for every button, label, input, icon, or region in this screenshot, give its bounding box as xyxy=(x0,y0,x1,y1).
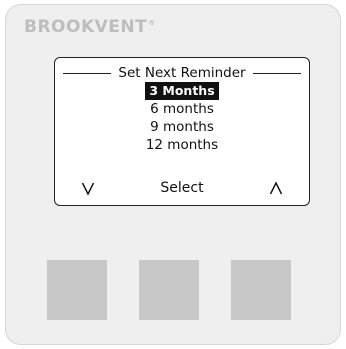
menu-option-12-months[interactable]: 12 months xyxy=(144,136,220,154)
brand-logo: BROOKVENT® xyxy=(24,17,156,37)
menu-option-3-months[interactable]: 3 Months xyxy=(145,82,219,100)
title-divider-left xyxy=(63,72,112,74)
middle-button[interactable] xyxy=(139,260,199,320)
menu-title: Set Next Reminder xyxy=(118,65,246,81)
chevron-up-icon xyxy=(269,178,283,198)
reminder-options-list: 3 Months 6 months 9 months 12 months xyxy=(55,82,309,154)
menu-header: Set Next Reminder xyxy=(63,64,302,82)
menu-option-9-months[interactable]: 9 months xyxy=(148,118,216,136)
left-button[interactable] xyxy=(47,260,107,320)
menu-option-6-months[interactable]: 6 months xyxy=(148,100,216,118)
registered-mark: ® xyxy=(148,19,156,28)
brand-name: BROOKVENT xyxy=(24,17,148,37)
lcd-screen: Set Next Reminder 3 Months 6 months 9 mo… xyxy=(54,57,310,206)
right-button[interactable] xyxy=(231,260,291,320)
title-divider-right xyxy=(252,72,302,74)
softkey-bar: Select xyxy=(55,178,309,198)
